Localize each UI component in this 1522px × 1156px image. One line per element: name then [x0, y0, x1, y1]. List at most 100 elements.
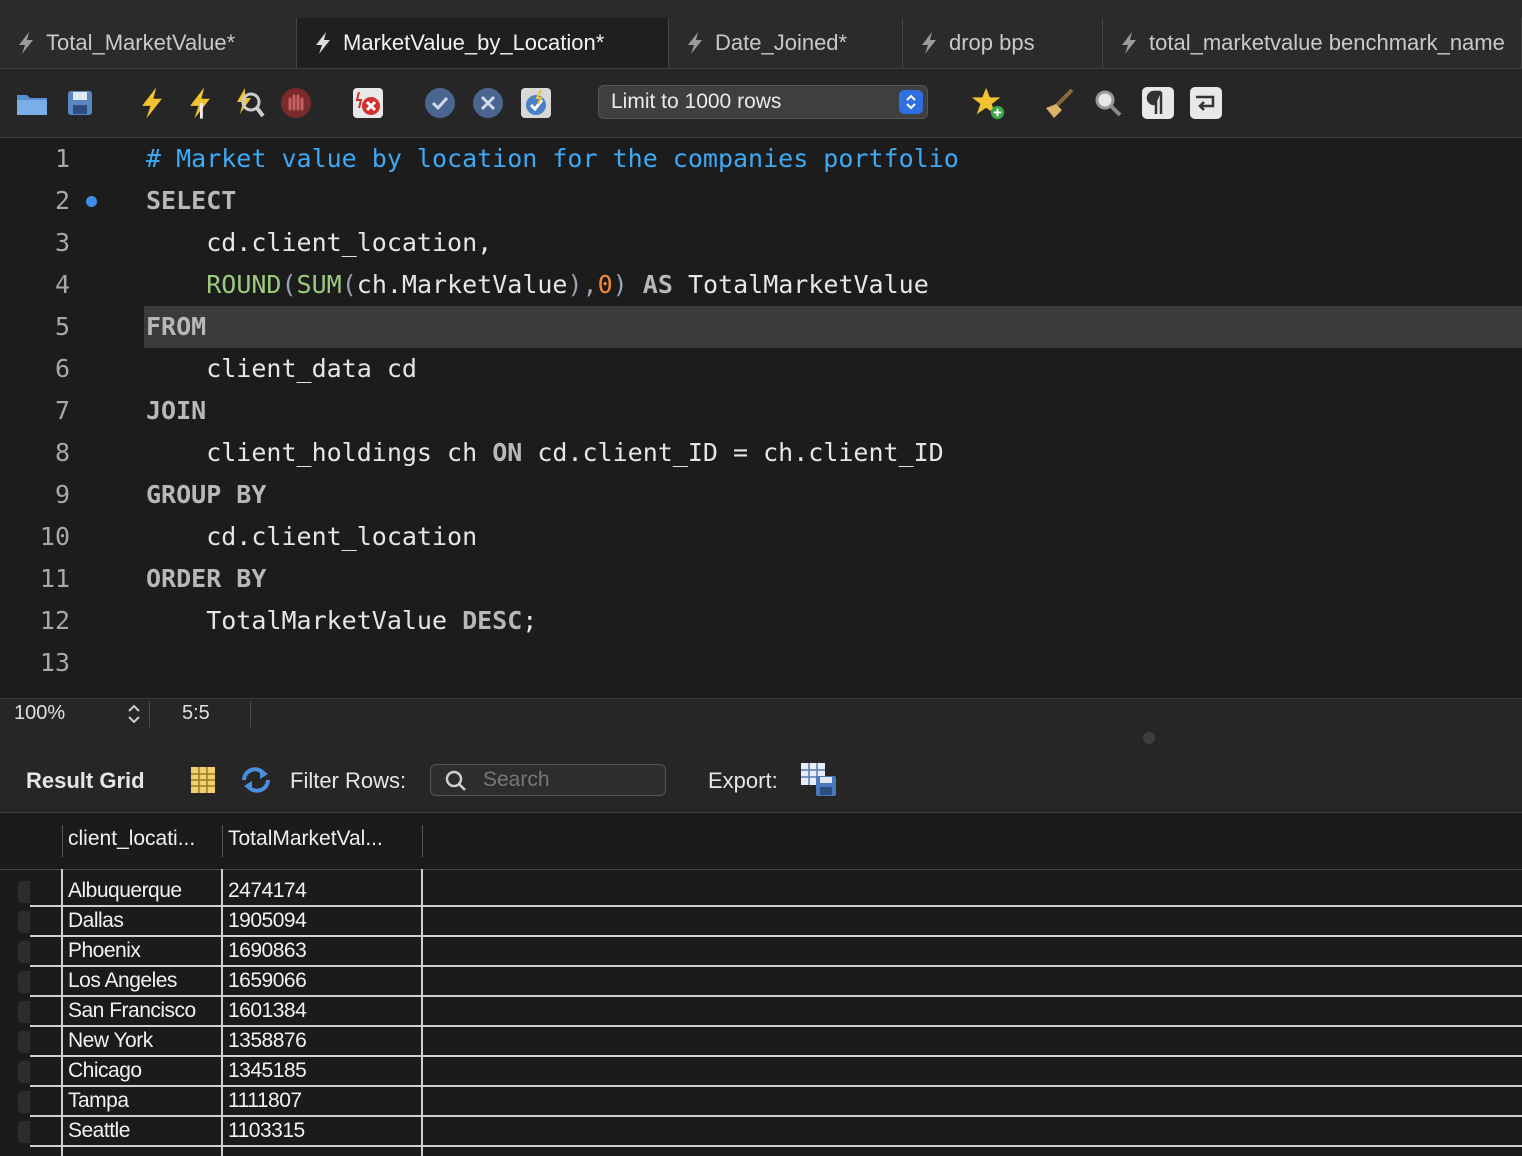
row-selector[interactable]: [18, 1061, 30, 1083]
tab-total-marketvalue-benchmark[interactable]: total_marketvalue benchmark_name: [1103, 18, 1522, 68]
code-line: 9 GROUP BY: [0, 474, 1522, 516]
status-divider: [250, 701, 251, 727]
cell-client-location[interactable]: Phoenix: [68, 939, 141, 963]
row-selector[interactable]: [18, 971, 30, 993]
cell-client-location[interactable]: New York: [68, 1029, 153, 1053]
toggle-error-icon[interactable]: [350, 85, 386, 121]
zoom-level[interactable]: 100%: [14, 702, 65, 725]
execute-current-icon[interactable]: [182, 85, 218, 121]
row-selector[interactable]: [18, 1031, 30, 1053]
code-function: ROUND: [206, 270, 282, 299]
filter-rows-label: Filter Rows:: [290, 768, 407, 793]
table-row[interactable]: Seattle 1103315: [30, 1117, 1522, 1147]
row-selector[interactable]: [18, 1121, 30, 1143]
find-icon[interactable]: [1090, 85, 1126, 121]
result-grid: client_locati... TotalMarketVal... Albuq…: [0, 813, 1522, 1156]
table-row[interactable]: Dallas 1905094: [30, 907, 1522, 937]
table-row[interactable]: Phoenix 1690863: [30, 937, 1522, 967]
tab-label: MarketValue_by_Location*: [343, 30, 605, 55]
sql-editor[interactable]: 1 # Market value by location for the com…: [0, 138, 1522, 698]
open-folder-icon[interactable]: [14, 85, 50, 121]
code-line: 7 JOIN: [0, 390, 1522, 432]
execute-icon[interactable]: [134, 85, 170, 121]
rollback-icon[interactable]: [470, 85, 506, 121]
cell-client-location[interactable]: Chicago: [68, 1059, 142, 1083]
code-keyword: DESC: [462, 606, 523, 635]
cell-client-location[interactable]: Albuquerque: [68, 879, 182, 903]
table-row[interactable]: New York 1358876: [30, 1027, 1522, 1057]
commit-icon[interactable]: [422, 85, 458, 121]
explain-icon[interactable]: [230, 85, 266, 121]
code-keyword: FROM: [146, 312, 207, 341]
code-line: 6 client_data cd: [0, 348, 1522, 390]
code-line: 4 ROUND(SUM(ch.MarketValue),0) AS TotalM…: [0, 264, 1522, 306]
grid-view-icon[interactable]: [190, 766, 216, 794]
table-row[interactable]: San Francisco 1601384: [30, 997, 1522, 1027]
cell-client-location[interactable]: Seattle: [68, 1119, 130, 1143]
cell-total-market-value[interactable]: 1358876: [228, 1029, 307, 1053]
tab-marketvalue-by-location[interactable]: MarketValue_by_Location*: [297, 18, 669, 68]
save-icon[interactable]: [62, 85, 98, 121]
code-text: TotalMarketValue DESC;: [146, 600, 537, 642]
tab-date-joined[interactable]: Date_Joined*: [669, 18, 903, 68]
export-icon[interactable]: [800, 762, 838, 798]
cell-client-location[interactable]: Los Angeles: [68, 969, 177, 993]
code-function: SUM: [296, 270, 342, 299]
row-selector[interactable]: [18, 881, 30, 903]
row-selector[interactable]: [18, 1001, 30, 1023]
cell-client-location[interactable]: San Francisco: [68, 999, 196, 1023]
column-header-total-market-value[interactable]: TotalMarketVal...: [228, 827, 418, 851]
row-selector[interactable]: [18, 911, 30, 933]
beautify-icon[interactable]: [1042, 85, 1078, 121]
code-text: client_data cd: [146, 354, 417, 383]
cell-total-market-value[interactable]: 1905094: [228, 909, 307, 933]
wrap-icon[interactable]: [1188, 85, 1224, 121]
cell-total-market-value[interactable]: 1659066: [228, 969, 307, 993]
table-row[interactable]: Albuquerque 2474174: [30, 877, 1522, 907]
code-keyword: GROUP BY: [146, 480, 267, 509]
cell-client-location[interactable]: Tampa: [68, 1089, 129, 1113]
table-row[interactable]: Tampa 1111807: [30, 1087, 1522, 1117]
column-divider[interactable]: [222, 825, 223, 857]
cell-total-market-value[interactable]: 1345185: [228, 1059, 307, 1083]
cell-total-market-value[interactable]: 1103315: [228, 1119, 305, 1143]
cursor-position: 5:5: [182, 702, 210, 724]
line-number: 9: [54, 480, 70, 509]
cell-total-market-value[interactable]: 1601384: [228, 999, 307, 1023]
code-keyword: ORDER BY: [146, 564, 267, 593]
table-row[interactable]: Chicago 1345185: [30, 1057, 1522, 1087]
row-selector[interactable]: [18, 1091, 30, 1113]
tab-total-marketvalue[interactable]: Total_MarketValue*: [0, 18, 297, 68]
grid-vertical-line: [221, 869, 223, 1156]
code-alias: TotalMarketValue: [687, 270, 929, 299]
column-header-client-location[interactable]: client_locati...: [68, 827, 218, 851]
cell-total-market-value[interactable]: 2474174: [228, 879, 307, 903]
splitter-handle[interactable]: [1143, 732, 1155, 744]
row-limit-select[interactable]: Limit to 1000 rows: [598, 85, 928, 119]
cell-total-market-value[interactable]: 1690863: [228, 939, 307, 963]
line-number: 8: [54, 438, 70, 467]
cell-total-market-value[interactable]: 1111807: [228, 1089, 302, 1113]
code-text: ROUND(SUM(ch.MarketValue),0) AS TotalMar…: [206, 270, 929, 299]
row-selector[interactable]: [18, 941, 30, 963]
code-line-current: 5 FROM: [0, 306, 1522, 348]
zoom-stepper-icon[interactable]: [126, 702, 142, 726]
code-text: client_holdings ch ON cd.client_ID = ch.…: [146, 432, 944, 474]
column-divider[interactable]: [422, 825, 423, 857]
refresh-icon[interactable]: [240, 766, 272, 794]
code-text: cd.client_location,: [146, 228, 493, 257]
code-keyword: SELECT: [146, 186, 237, 215]
tab-label: drop bps: [949, 30, 1035, 55]
code-comment: # Market value by location for the compa…: [146, 144, 959, 173]
line-number: 5: [54, 312, 70, 341]
filter-search-input[interactable]: Search: [430, 764, 666, 796]
stop-icon[interactable]: [278, 85, 314, 121]
cell-client-location[interactable]: Dallas: [68, 909, 124, 933]
autocommit-icon[interactable]: [518, 85, 554, 121]
line-number: 2: [54, 186, 70, 215]
add-snippet-icon[interactable]: [970, 85, 1006, 121]
table-row[interactable]: Los Angeles 1659066: [30, 967, 1522, 997]
tab-drop-bps[interactable]: drop bps: [903, 18, 1103, 68]
code-text: cd.client_location: [146, 522, 478, 551]
invisibles-icon[interactable]: [1140, 85, 1176, 121]
